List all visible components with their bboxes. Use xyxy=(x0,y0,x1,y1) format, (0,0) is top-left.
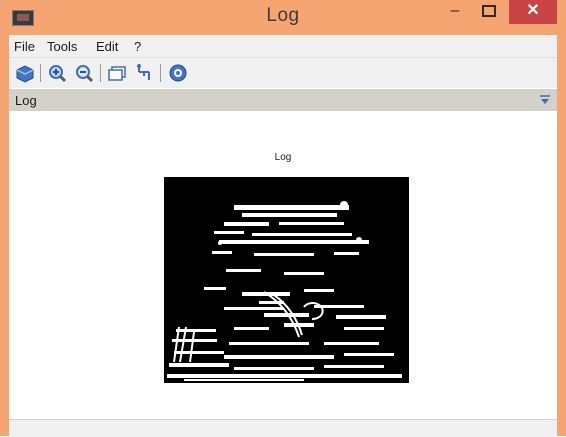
title-bar[interactable]: Log – ✕ xyxy=(0,0,566,35)
menu-tools[interactable]: Tools xyxy=(47,39,77,54)
log-filtered-image xyxy=(164,177,409,383)
zoom-in-icon[interactable] xyxy=(46,62,68,84)
menu-file[interactable]: File xyxy=(14,39,35,54)
app-window: Log – ✕ File Tools Edit ? Log Log xyxy=(0,0,566,437)
panel-header: Log xyxy=(9,89,557,111)
save-icon[interactable] xyxy=(14,62,36,84)
status-bar xyxy=(9,419,557,437)
toolbar xyxy=(9,58,557,88)
zoom-out-icon[interactable] xyxy=(73,62,95,84)
maximize-button[interactable] xyxy=(476,0,502,24)
minimize-button[interactable]: – xyxy=(442,0,468,24)
menu-help[interactable]: ? xyxy=(134,39,141,54)
plot-area: Log xyxy=(9,111,557,418)
client-area: File Tools Edit ? Log Log xyxy=(9,35,557,437)
close-button[interactable]: ✕ xyxy=(509,0,557,24)
help-icon[interactable] xyxy=(167,62,189,84)
toolbar-separator xyxy=(100,64,101,82)
datatip-icon[interactable] xyxy=(133,62,155,84)
maximize-icon xyxy=(482,5,496,17)
panel-title: Log xyxy=(15,93,37,108)
pan-icon[interactable] xyxy=(106,62,128,84)
toolbar-separator xyxy=(160,64,161,82)
panel-menu-icon[interactable] xyxy=(539,94,551,106)
toolbar-separator xyxy=(40,64,41,82)
menu-edit[interactable]: Edit xyxy=(96,39,118,54)
menu-bar: File Tools Edit ? xyxy=(9,35,557,58)
plot-title: Log xyxy=(274,152,292,163)
